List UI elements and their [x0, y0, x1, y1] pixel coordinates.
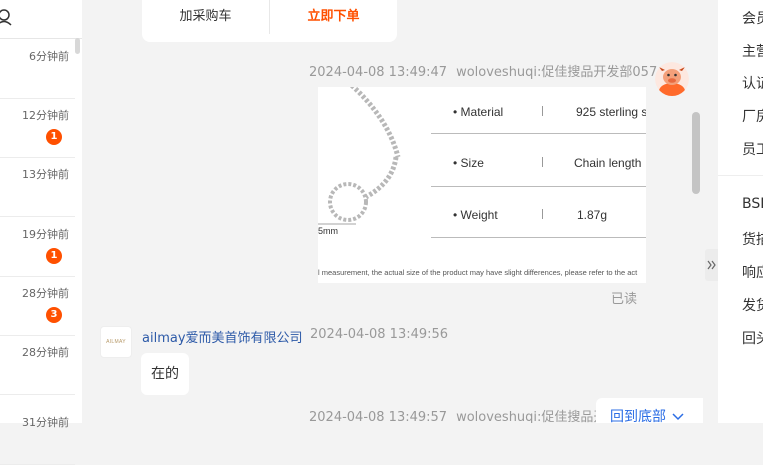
conversation-time: 28分钟前 [22, 287, 69, 300]
collapse-panel-button[interactable] [705, 249, 718, 281]
info-item-response: 响应 [742, 265, 763, 281]
add-to-cart-button[interactable]: 加采购车 [142, 0, 269, 34]
info-item-staff: 员工 [742, 142, 763, 158]
conversation-time: 6分钟前 [29, 50, 69, 63]
spec-value: Chain length [574, 156, 642, 170]
conversation-item[interactable]: 31分钟前 [0, 405, 75, 465]
unread-badge: 1 [46, 248, 62, 264]
divider [431, 186, 646, 187]
conversation-item[interactable]: 28分钟前 3 [0, 276, 75, 336]
conversation-time: 13分钟前 [22, 168, 69, 181]
info-item-description: 货描 [742, 232, 763, 248]
message-meta: 2024-04-08 13:49:47 woloveshuqi:促佳搜品开发部05… [309, 61, 657, 80]
message-bubble: 在的 [141, 353, 189, 395]
conversation-item[interactable]: 28分钟前 [0, 335, 75, 395]
product-disclaimer: l measurement, the actual size of the pr… [318, 268, 638, 277]
info-item-member: 会员 [742, 11, 763, 27]
conversation-list: 6分钟前 12分钟前 1 13分钟前 19分钟前 1 28分钟前 3 28分钟前… [0, 0, 83, 465]
message-time: 2024-04-08 13:49:56 [310, 327, 449, 342]
chevron-down-icon [672, 413, 684, 421]
conversation-time: 12分钟前 [22, 109, 69, 122]
back-to-bottom-button[interactable]: 回到底部 [596, 398, 703, 423]
product-image[interactable]: 5mm • Material 925 sterling s • Size Cha… [318, 87, 646, 283]
avatar[interactable]: AILMAY [100, 326, 132, 358]
user-icon[interactable] [0, 8, 14, 26]
cow-avatar-icon [655, 62, 689, 96]
shop-info-panel: 会员 主营 认证 厂房 员工 BSR 货描 响应 发货 回头 [718, 0, 763, 423]
spec-value: 925 sterling s [576, 105, 646, 119]
divider [542, 209, 543, 219]
divider [542, 157, 543, 167]
unread-badge: 1 [46, 129, 62, 145]
back-to-bottom-label: 回到底部 [610, 409, 666, 423]
message-meta: 2024-04-08 13:49:57 woloveshuqi:促佳搜品开 [309, 406, 606, 423]
info-item-bsr: BSR [742, 196, 763, 212]
conversation-item[interactable]: 13分钟前 [0, 157, 75, 217]
avatar[interactable] [655, 62, 689, 96]
conversation-time: 31分钟前 [22, 416, 69, 429]
order-now-button[interactable]: 立即下单 [270, 0, 397, 34]
conversation-item[interactable]: 19分钟前 1 [0, 217, 75, 277]
read-status: 已读 [611, 292, 638, 307]
shop-name-link[interactable]: ailmay爱而美首饰有限公司 [142, 327, 303, 346]
chat-scrollbar[interactable] [692, 112, 700, 194]
info-item-shipping: 发货 [742, 298, 763, 314]
info-item-certification: 认证 [742, 76, 763, 92]
product-card: 加采购车 立即下单 [142, 0, 397, 42]
message-sender: woloveshuqi:促佳搜品开 [456, 410, 607, 423]
chat-area: 加采购车 立即下单 2024-04-08 13:49:47 woloveshuqi… [82, 0, 705, 423]
double-chevron-right-icon [707, 260, 716, 270]
divider [431, 133, 646, 134]
spec-value: 1.87g [577, 208, 608, 222]
conversation-time: 28分钟前 [22, 346, 69, 359]
unread-badge: 3 [46, 307, 62, 323]
message-time: 2024-04-08 13:49:57 [309, 410, 448, 423]
conversation-time: 19分钟前 [22, 228, 69, 241]
spec-label: • Material [453, 105, 504, 119]
divider [431, 237, 646, 238]
conversation-item[interactable]: 12分钟前 1 [0, 98, 75, 158]
info-item-main-business: 主营 [742, 44, 763, 60]
info-item-repeat: 回头 [742, 331, 763, 347]
list-scrollbar[interactable] [75, 38, 80, 54]
info-item-factory: 厂房 [742, 109, 763, 125]
conversation-item[interactable]: 6分钟前 [0, 39, 75, 99]
message-sender: woloveshuqi:促佳搜品开发部057 [456, 65, 658, 80]
spec-label: • Size [453, 156, 484, 170]
divider [542, 106, 543, 116]
dimension-label: 5mm [318, 226, 338, 236]
divider [718, 175, 763, 176]
message-time: 2024-04-08 13:49:47 [309, 65, 448, 80]
spec-label: • Weight [453, 208, 498, 222]
